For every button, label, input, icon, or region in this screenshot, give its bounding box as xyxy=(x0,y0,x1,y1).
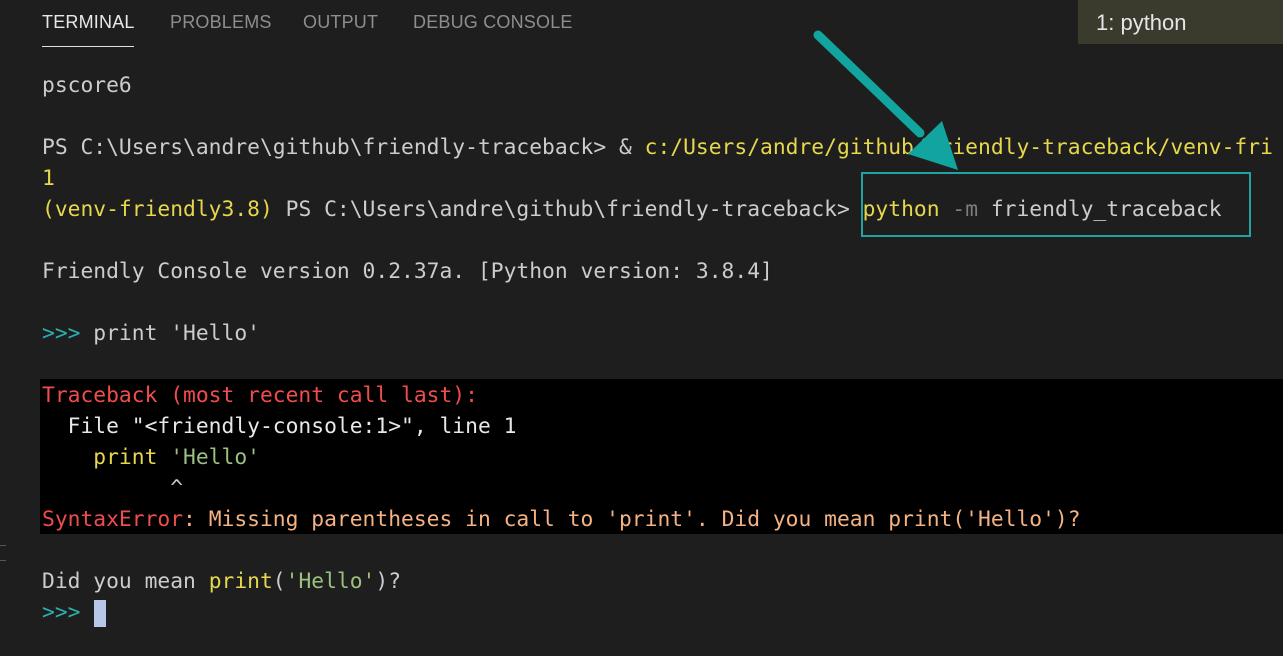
highlight-box xyxy=(861,172,1251,237)
terminal-output[interactable]: pscore6 PS C:\Users\andre\github\friendl… xyxy=(0,62,1283,656)
gutter-mark xyxy=(0,545,6,546)
hint-function: print xyxy=(208,569,273,594)
venv-label: (venv-friendly3.8) xyxy=(42,197,273,222)
hint-paren: ( xyxy=(272,569,286,594)
gutter-mark xyxy=(0,560,6,561)
ps-prompt: PS C:\Users\andre\github\friendly-traceb… xyxy=(42,135,645,160)
repl-prompt: >>> xyxy=(42,600,81,625)
error-line: SyntaxError: Missing parentheses in call… xyxy=(42,504,1081,535)
repl-input: print 'Hello' xyxy=(80,321,260,346)
script-path: c:/Users/andre/github/friendly-traceback… xyxy=(644,135,1273,160)
hint-paren: ) xyxy=(375,569,389,594)
hint-text: ? xyxy=(388,569,402,594)
tab-problems[interactable]: PROBLEMS xyxy=(170,12,272,33)
terminal-line: Friendly Console version 0.2.37a. [Pytho… xyxy=(42,259,773,284)
tab-debug-console[interactable]: DEBUG CONSOLE xyxy=(413,12,573,33)
traceback-header: Traceback (most recent call last): xyxy=(42,383,478,408)
ps-prompt: PS C:\Users\andre\github\friendly-traceb… xyxy=(272,197,863,222)
code-keyword: print xyxy=(42,445,171,470)
error-message: : Missing parentheses in call to 'print'… xyxy=(183,507,1081,532)
terminal-cursor xyxy=(94,600,106,627)
terminal-line: 1 xyxy=(42,166,55,191)
terminal-line: PS C:\Users\andre\github\friendly-traceb… xyxy=(42,132,1273,163)
traceback-file: File "<friendly-console:1>", line 1 xyxy=(42,414,517,439)
error-type: SyntaxError xyxy=(42,507,184,532)
traceback-code: print 'Hello' xyxy=(42,442,260,473)
terminal-line: pscore6 xyxy=(42,73,132,98)
terminal-selector[interactable]: 1: python xyxy=(1078,0,1283,44)
hint-line: Did you mean print('Hello')? xyxy=(42,566,401,597)
traceback-caret: ^ xyxy=(42,476,184,501)
tab-terminal[interactable]: TERMINAL xyxy=(42,12,135,33)
terminal-line: >>> print 'Hello' xyxy=(42,318,260,349)
code-string: 'Hello' xyxy=(170,445,260,470)
hint-text: Did you mean xyxy=(42,569,209,594)
tab-output[interactable]: OUTPUT xyxy=(303,12,378,33)
repl-prompt: >>> xyxy=(42,321,81,346)
hint-string: 'Hello' xyxy=(285,569,376,594)
panel-tabs: TERMINAL PROBLEMS OUTPUT DEBUG CONSOLE 1… xyxy=(0,0,1283,48)
active-tab-indicator xyxy=(42,46,134,47)
